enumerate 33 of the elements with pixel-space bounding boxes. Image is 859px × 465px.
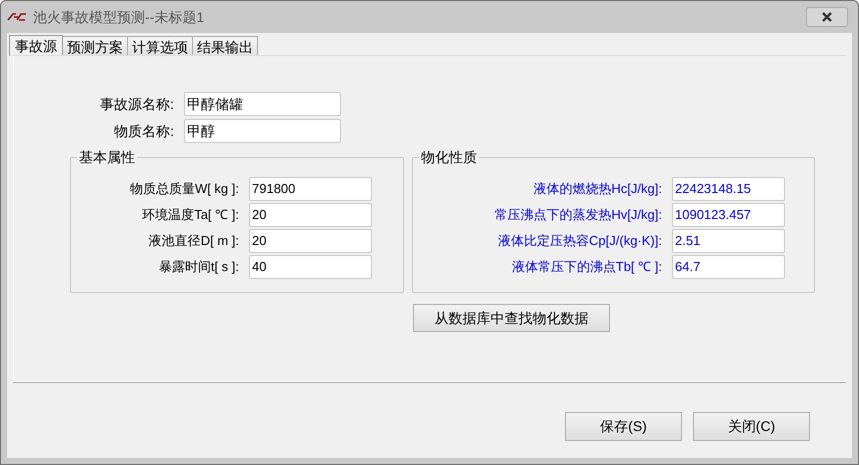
dialog-button[interactable]: 关闭(C) — [693, 412, 810, 441]
dialog-button[interactable]: 保存(S) — [565, 412, 682, 441]
input-field[interactable]: 791800 — [249, 177, 372, 201]
tab[interactable]: 结果输出 — [192, 36, 258, 55]
input-field[interactable]: 20 — [249, 203, 372, 227]
input-field[interactable]: 2.51 — [672, 229, 785, 253]
tab[interactable]: 事故源 — [9, 35, 63, 56]
group-title: 基本属性 — [77, 148, 137, 166]
close-button[interactable] — [806, 7, 848, 27]
field-label: 物质名称: — [113, 122, 175, 140]
field-label: 事故源名称: — [99, 94, 175, 114]
field-label: 液池直径D[ m ]: — [148, 232, 240, 250]
field-label: 常压沸点下的蒸发热Hv[J/kg]: — [493, 206, 663, 224]
field-label: 物质总质量W[ kg ]: — [128, 180, 240, 198]
lookup-database-button[interactable]: 从数据库中查找物化数据 — [413, 304, 610, 332]
input-field[interactable]: 64.7 — [672, 255, 785, 279]
input-field[interactable]: 20 — [249, 229, 372, 253]
field-label: 液体的燃烧热Hc[J/kg]: — [532, 180, 663, 198]
field-label: 液体比定压热容Cp[J/(kg·K)]: — [497, 232, 663, 250]
input-field[interactable]: 甲醇 — [184, 119, 341, 143]
tab[interactable]: 预测方案 — [62, 36, 128, 55]
input-field[interactable]: 甲醇储罐 — [184, 92, 341, 116]
input-field[interactable]: 1090123.457 — [672, 203, 785, 227]
field-label: 液体常压下的沸点Tb[ ℃ ]: — [510, 258, 663, 276]
field-label: 环境温度Ta[ ℃ ]: — [141, 206, 240, 224]
app-logo-icon — [7, 12, 27, 22]
input-field[interactable]: 22423148.15 — [672, 177, 785, 201]
group-title: 物化性质 — [419, 148, 479, 166]
close-icon — [821, 11, 833, 23]
input-field[interactable]: 40 — [249, 255, 372, 279]
field-label: 暴露时间t[ s ]: — [158, 258, 240, 276]
window-title: 池火事故模型预测--未标题1 — [33, 8, 204, 26]
tab[interactable]: 计算选项 — [127, 36, 193, 55]
